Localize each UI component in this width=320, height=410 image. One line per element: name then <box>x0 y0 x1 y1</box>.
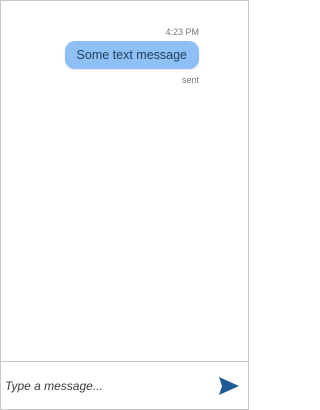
message-list: 4:23 PM Some text message sent <box>1 1 248 360</box>
message-input[interactable] <box>5 376 205 396</box>
send-icon <box>218 376 240 396</box>
message-timestamp: 4:23 PM <box>165 27 199 37</box>
message-bubble: Some text message <box>64 41 199 69</box>
message-status: sent <box>181 75 199 85</box>
outgoing-message: 4:23 PM Some text message sent <box>64 27 199 86</box>
message-composer <box>1 361 248 409</box>
chat-window: 4:23 PM Some text message sent <box>0 0 249 410</box>
send-button[interactable] <box>218 376 240 396</box>
